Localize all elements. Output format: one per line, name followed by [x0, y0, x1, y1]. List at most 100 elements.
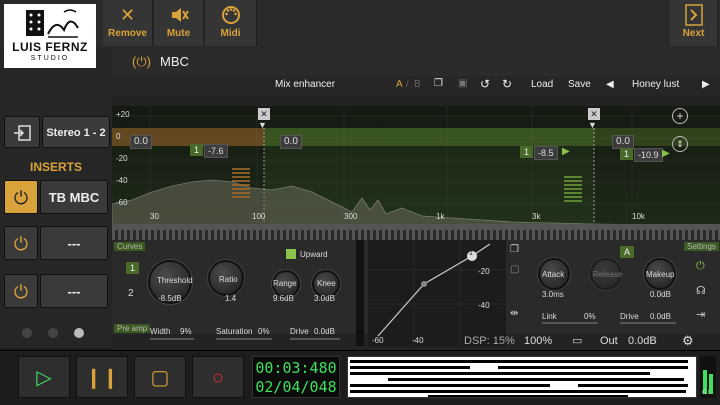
drive-label: Drive	[290, 327, 309, 336]
insert-slot-3[interactable]: ---	[40, 274, 108, 308]
remove-button[interactable]: ✕ Remove	[103, 0, 153, 46]
next-track-icon	[670, 0, 717, 28]
link-value: 0%	[584, 312, 596, 321]
drive-slider[interactable]	[290, 338, 340, 340]
bar-position: 02/04/048	[255, 378, 337, 396]
knee-label: Knee	[317, 279, 336, 288]
song-overview[interactable]	[347, 356, 697, 398]
insert-1-power-button[interactable]: ⏻	[4, 180, 38, 214]
split-1-handle-icon[interactable]: ▼	[258, 120, 267, 130]
knee-value: 3.0dB	[314, 294, 335, 303]
paste-icon[interactable]: ▣	[458, 78, 467, 89]
track-selector[interactable]: Stereo 1 - 2	[42, 116, 110, 148]
add-band-icon[interactable]: +	[672, 108, 688, 124]
page-dot-active[interactable]	[74, 328, 84, 338]
drive-value: 0.0dB	[314, 327, 335, 336]
width-label: Width	[150, 327, 171, 336]
band-3-reduction[interactable]: -10.9	[634, 148, 663, 162]
save-button[interactable]: Save	[568, 79, 591, 90]
plugin-power-icon[interactable]: (⏻)	[132, 54, 151, 70]
midi-label: Midi	[220, 28, 241, 39]
plugin-header: (⏻) MBC	[112, 48, 720, 76]
drive2-slider[interactable]	[620, 322, 676, 324]
upward-checkbox[interactable]	[286, 249, 296, 259]
midi-button[interactable]: Midi	[205, 0, 257, 46]
band-3-gain[interactable]: 0.0	[612, 135, 634, 149]
page-dot[interactable]	[22, 328, 32, 338]
band-2-gain[interactable]: 0.0	[280, 135, 302, 149]
x-tick: 100	[252, 212, 266, 221]
range-label: Range	[273, 279, 297, 288]
ab-a-button[interactable]: A	[396, 79, 403, 90]
band-1-reduction[interactable]: -7.6	[204, 144, 228, 158]
page-indicator	[22, 328, 92, 340]
preset-next-icon[interactable]: ▶	[702, 79, 710, 90]
stop-icon: ▢	[150, 367, 170, 389]
y-tick: -40	[116, 176, 128, 185]
zoom-level[interactable]: 100%	[524, 335, 552, 347]
upward-label: Upward	[300, 250, 328, 259]
link-slider[interactable]	[542, 322, 598, 324]
x-tick: 10k	[632, 212, 645, 221]
copy-icon[interactable]: ❐	[434, 78, 443, 89]
split-2-remove-icon[interactable]: ✕	[588, 108, 600, 120]
preset-name[interactable]: Honey lust	[632, 79, 679, 90]
y-tick: 0	[116, 132, 121, 141]
screen-icon[interactable]: ▭	[572, 334, 582, 347]
split-2-handle-icon[interactable]: ▼	[588, 120, 597, 130]
band-index[interactable]: 1	[126, 262, 140, 274]
track-lane	[578, 384, 688, 387]
threshold-value: -8.5dB	[158, 294, 182, 303]
page-dot[interactable]	[48, 328, 58, 338]
track-lane	[350, 372, 650, 375]
record-button[interactable]: ○	[192, 356, 244, 398]
saturation-slider[interactable]	[216, 338, 272, 340]
ab-b-button[interactable]: B	[414, 79, 421, 90]
bypass-icon[interactable]: ⇥	[696, 308, 705, 321]
undo-icon[interactable]: ↺	[480, 77, 490, 91]
mute-button[interactable]: Mute	[154, 0, 204, 46]
pause-button[interactable]: ❙❙	[76, 356, 128, 398]
transfer-curve-graph[interactable]: 1 -20 -40 -60 -40	[368, 240, 506, 346]
band-2-marker-icon: ▶	[562, 146, 570, 157]
gear-icon[interactable]: ⚙	[682, 333, 694, 349]
band-1-gain[interactable]: 0.0	[130, 135, 152, 149]
insert-slot-2[interactable]: ---	[40, 226, 108, 260]
graph-tick: -40	[412, 336, 424, 345]
route-button[interactable]	[4, 116, 40, 148]
track-lane	[350, 360, 688, 363]
headphones-icon[interactable]: ☊	[696, 284, 706, 297]
remove-label: Remove	[108, 28, 147, 39]
copy-curve-icon[interactable]: ❐	[510, 244, 519, 255]
insert-2-power-button[interactable]: ⏻	[4, 226, 38, 260]
band-power-icon[interactable]: ⏻	[696, 260, 705, 273]
reset-curve-icon[interactable]: ⇹	[510, 308, 518, 319]
next-button[interactable]: Next	[670, 0, 718, 46]
play-button[interactable]: ▷	[18, 356, 70, 398]
stop-button[interactable]: ▢	[134, 356, 186, 398]
graph-point-label[interactable]: 1	[469, 250, 473, 257]
band-2-reduction[interactable]: -8.5	[534, 146, 558, 160]
preset-prev-icon[interactable]: ◀	[606, 79, 614, 90]
time-display[interactable]: 00:03:480 02/04/048	[252, 356, 340, 398]
split-1-remove-icon[interactable]: ✕	[258, 108, 270, 120]
meter-label: C I	[702, 390, 710, 396]
load-button[interactable]: Load	[531, 79, 553, 90]
spectrum-scroll-strip[interactable]	[112, 230, 720, 240]
width-slider[interactable]	[150, 338, 194, 340]
mute-label: Mute	[166, 28, 191, 39]
track-lane	[388, 378, 684, 381]
out-value[interactable]: 0.0dB	[628, 335, 657, 347]
zoom-icon[interactable]: ⇕	[672, 136, 688, 152]
mode-selector[interactable]: Mix enhancer	[275, 79, 335, 90]
transfer-curve-graphic	[368, 240, 506, 346]
x-tick: 30	[150, 212, 159, 221]
spectrum-analyzer[interactable]: +20 0 -20 -40 -60 30 100 300 3k 10k 1k 0…	[112, 106, 720, 230]
insert-3-power-button[interactable]: ⏻	[4, 274, 38, 308]
graph-tick: -40	[478, 301, 490, 310]
auto-release-toggle[interactable]: A	[620, 246, 635, 258]
redo-icon[interactable]: ↻	[502, 77, 512, 91]
paste-curve-icon[interactable]: ▢	[510, 264, 519, 275]
insert-slot-1[interactable]: TB MBC	[40, 180, 108, 214]
status-bar: DSP: 15% 100% ▭ Out 0.0dB ⚙	[460, 333, 720, 350]
